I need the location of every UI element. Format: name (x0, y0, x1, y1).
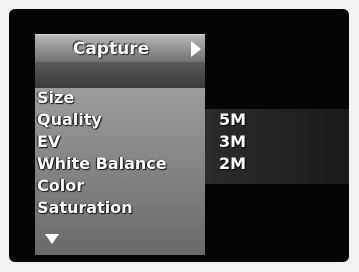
menu-title: Capture (72, 39, 150, 59)
menu-item-size[interactable]: Size (35, 87, 205, 109)
size-option-2m[interactable]: 2M (219, 153, 339, 175)
menu-item-quality[interactable]: Quality (35, 109, 205, 131)
menu-item-color[interactable]: Color (35, 175, 205, 197)
camera-screen: Capture Size Quality EV White Balance Co… (9, 9, 349, 262)
menu-item-white-balance[interactable]: White Balance (35, 153, 205, 175)
size-option-5m[interactable]: 5M (219, 109, 339, 131)
scroll-down-icon[interactable] (45, 234, 59, 244)
menu-separator-band (35, 62, 205, 88)
size-option-3m[interactable]: 3M (219, 131, 339, 153)
chevron-right-icon[interactable] (191, 41, 201, 57)
menu-item-saturation[interactable]: Saturation (35, 197, 205, 219)
menu-title-bar[interactable]: Capture (35, 34, 205, 63)
menu-item-ev[interactable]: EV (35, 131, 205, 153)
